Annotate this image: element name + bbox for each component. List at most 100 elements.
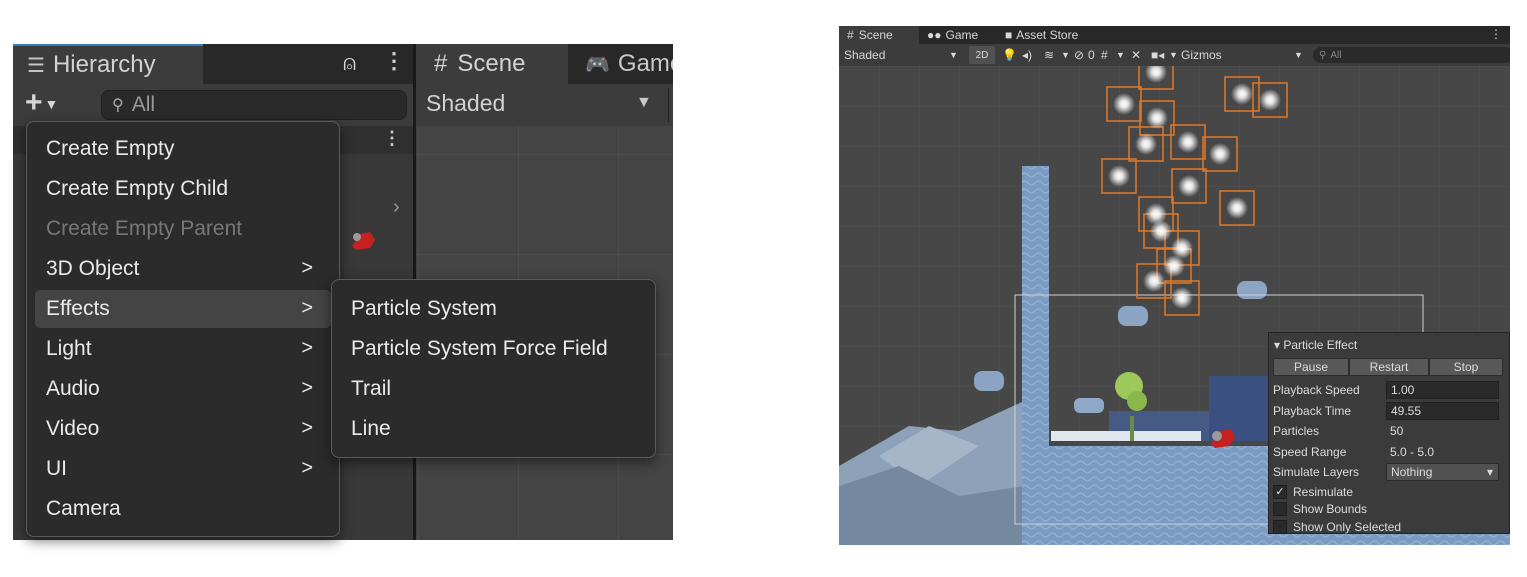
particle (1209, 143, 1231, 165)
particle (1226, 197, 1248, 219)
tab-game[interactable]: 🎮 Game (585, 44, 673, 84)
shading-mode-dropdown[interactable]: Shaded (426, 90, 505, 117)
search-icon: ⚲ (1319, 49, 1327, 61)
chevron-down-icon[interactable]: ▼ (1116, 46, 1125, 64)
menu-item-label: Create Empty (46, 137, 175, 160)
menu-item-create-empty[interactable]: Create Empty (35, 130, 331, 168)
menu-item-create-empty-child[interactable]: Create Empty Child (35, 170, 331, 208)
effects-toggle-icon[interactable]: ≋ (1044, 46, 1054, 64)
chevron-down-icon[interactable]: ▼ (949, 46, 958, 64)
checkbox-label: Show Bounds (1293, 502, 1368, 516)
gamepad-icon: 🎮 (585, 53, 610, 76)
tab-game-label: Game (617, 50, 673, 77)
menu-item-label: 3D Object (46, 257, 140, 280)
chevron-down-icon[interactable]: ▼ (1061, 46, 1070, 64)
scene-grid-icon: # (434, 50, 448, 77)
speed-range-label: Speed Range (1273, 444, 1347, 459)
right-scene-panel: # Scene ●● Game ■ Asset Store ⋮ Shaded ▼… (839, 26, 1510, 545)
chevron-down-icon[interactable]: ▼ (1294, 46, 1303, 64)
menu-item-light[interactable]: Light > (35, 330, 331, 368)
chevron-right-icon: > (301, 297, 313, 319)
show-only-selected-checkbox[interactable]: Show Only Selected (1273, 518, 1401, 535)
search-icon: ⚲ (112, 97, 124, 114)
chevron-down-icon[interactable]: ▼ (1169, 46, 1178, 64)
shading-mode-dropdown[interactable]: Shaded (844, 46, 885, 64)
scene-search-input[interactable]: ⚲ All (1313, 47, 1510, 63)
show-bounds-checkbox[interactable]: Show Bounds (1273, 501, 1367, 518)
particle-effect-title[interactable]: ▾ Particle Effect (1274, 338, 1357, 352)
tab-scene[interactable]: # Scene (416, 44, 568, 84)
create-context-menu: Create Empty Create Empty Child Create Emp… (26, 121, 340, 537)
menu-item-label: Effects (46, 297, 110, 320)
hidden-objects-icon[interactable]: ⊘ (1074, 46, 1084, 64)
hierarchy-list-icon: ☰ (27, 54, 45, 77)
particle (1259, 89, 1281, 111)
right-scene-toolbar: Shaded ▼ 2D 💡 ◂) ≋ ▼ ⊘ 0 # ▼ ✕ ■◂ ▼ Gizm… (839, 44, 1510, 66)
particle (1177, 131, 1199, 153)
particle-effect-overlay: ▾ Particle Effect Pause Restart Stop Playbac… (1268, 332, 1510, 534)
hierarchy-tabbar (203, 44, 413, 84)
chevron-right-icon[interactable]: › (393, 196, 400, 219)
hierarchy-search-input[interactable]: ⚲ All (101, 90, 407, 120)
menu-item-3d-object[interactable]: 3D Object > (35, 250, 331, 288)
camera-icon[interactable]: ■◂ (1151, 46, 1164, 64)
particle (1135, 133, 1157, 155)
more-options-icon[interactable]: ⋮ (383, 48, 405, 74)
pause-button[interactable]: Pause (1273, 358, 1349, 376)
menu-item-audio[interactable]: Audio > (35, 370, 331, 408)
tab-scene-right[interactable]: # Scene (839, 26, 919, 44)
more-options-icon[interactable]: ⋮ (1490, 27, 1502, 41)
menu-item-camera[interactable]: Camera (35, 490, 331, 528)
create-add-button[interactable]: + ▼ (25, 86, 58, 120)
resimulate-checkbox[interactable]: ✓ Resimulate (1273, 483, 1353, 500)
chevron-down-icon: ▼ (44, 96, 59, 113)
submenu-item-line[interactable]: Line (340, 410, 391, 448)
particle (1150, 220, 1172, 242)
menu-item-label: Video (46, 417, 100, 440)
tab-game-right[interactable]: ●● Game (927, 26, 978, 44)
checkbox-box[interactable] (1273, 519, 1287, 534)
submenu-item-particle-system-force-field[interactable]: Particle System Force Field (340, 330, 608, 368)
simulate-layers-dropdown[interactable]: Nothing ▾ (1386, 463, 1499, 481)
submenu-item-particle-system[interactable]: Particle System (340, 290, 497, 328)
tab-scene-right-label: Scene (858, 28, 893, 42)
particle (1163, 255, 1185, 277)
menu-item-label: Audio (46, 377, 100, 400)
chevron-right-icon: > (301, 337, 313, 359)
particle (1108, 165, 1130, 187)
chevron-right-icon: > (301, 457, 313, 479)
scene-row-menu-icon[interactable]: ⋮ (383, 128, 401, 149)
tab-hierarchy[interactable]: ☰ Hierarchy (13, 44, 203, 84)
particle (1231, 83, 1253, 105)
menu-item-ui[interactable]: UI > (35, 450, 331, 488)
lighting-toggle-icon[interactable]: 💡 (1002, 46, 1017, 64)
chevron-down-icon[interactable]: ▼ (636, 94, 652, 112)
restart-button[interactable]: Restart (1349, 358, 1429, 376)
stop-button[interactable]: Stop (1429, 358, 1503, 376)
chevron-down-icon: ▾ (1486, 465, 1493, 479)
checkbox-box[interactable] (1273, 502, 1287, 516)
tab-scene-label: Scene (457, 50, 526, 77)
checkbox-box[interactable]: ✓ (1273, 484, 1287, 499)
audio-toggle-icon[interactable]: ◂) (1022, 46, 1032, 64)
tools-icon[interactable]: ✕ (1131, 46, 1141, 64)
particle (1113, 93, 1135, 115)
lock-icon[interactable]: ⍝ (343, 50, 356, 76)
menu-item-video[interactable]: Video > (35, 410, 331, 448)
grid-snap-icon[interactable]: # (1101, 46, 1108, 64)
gizmos-dropdown[interactable]: Gizmos (1181, 46, 1222, 64)
scene-toolbar: Shaded ▼ (416, 84, 673, 127)
playback-speed-field[interactable]: 1.00 (1386, 381, 1499, 399)
scene-grid-icon: # (847, 28, 854, 42)
menu-item-create-empty-parent: Create Empty Parent (35, 210, 331, 248)
tab-asset-store[interactable]: ■ Asset Store (1005, 26, 1078, 44)
menu-item-effects[interactable]: Effects > (35, 290, 331, 328)
speed-range-value: 5.0 - 5.0 (1390, 444, 1435, 459)
chevron-right-icon: > (301, 417, 313, 439)
particle (1146, 107, 1168, 129)
submenu-item-trail[interactable]: Trail (340, 370, 391, 408)
shopping-bag-icon: ■ (1005, 28, 1013, 42)
particle (1178, 175, 1200, 197)
playback-time-field[interactable]: 49.55 (1386, 401, 1499, 420)
toggle-2d-button[interactable]: 2D (969, 46, 995, 64)
